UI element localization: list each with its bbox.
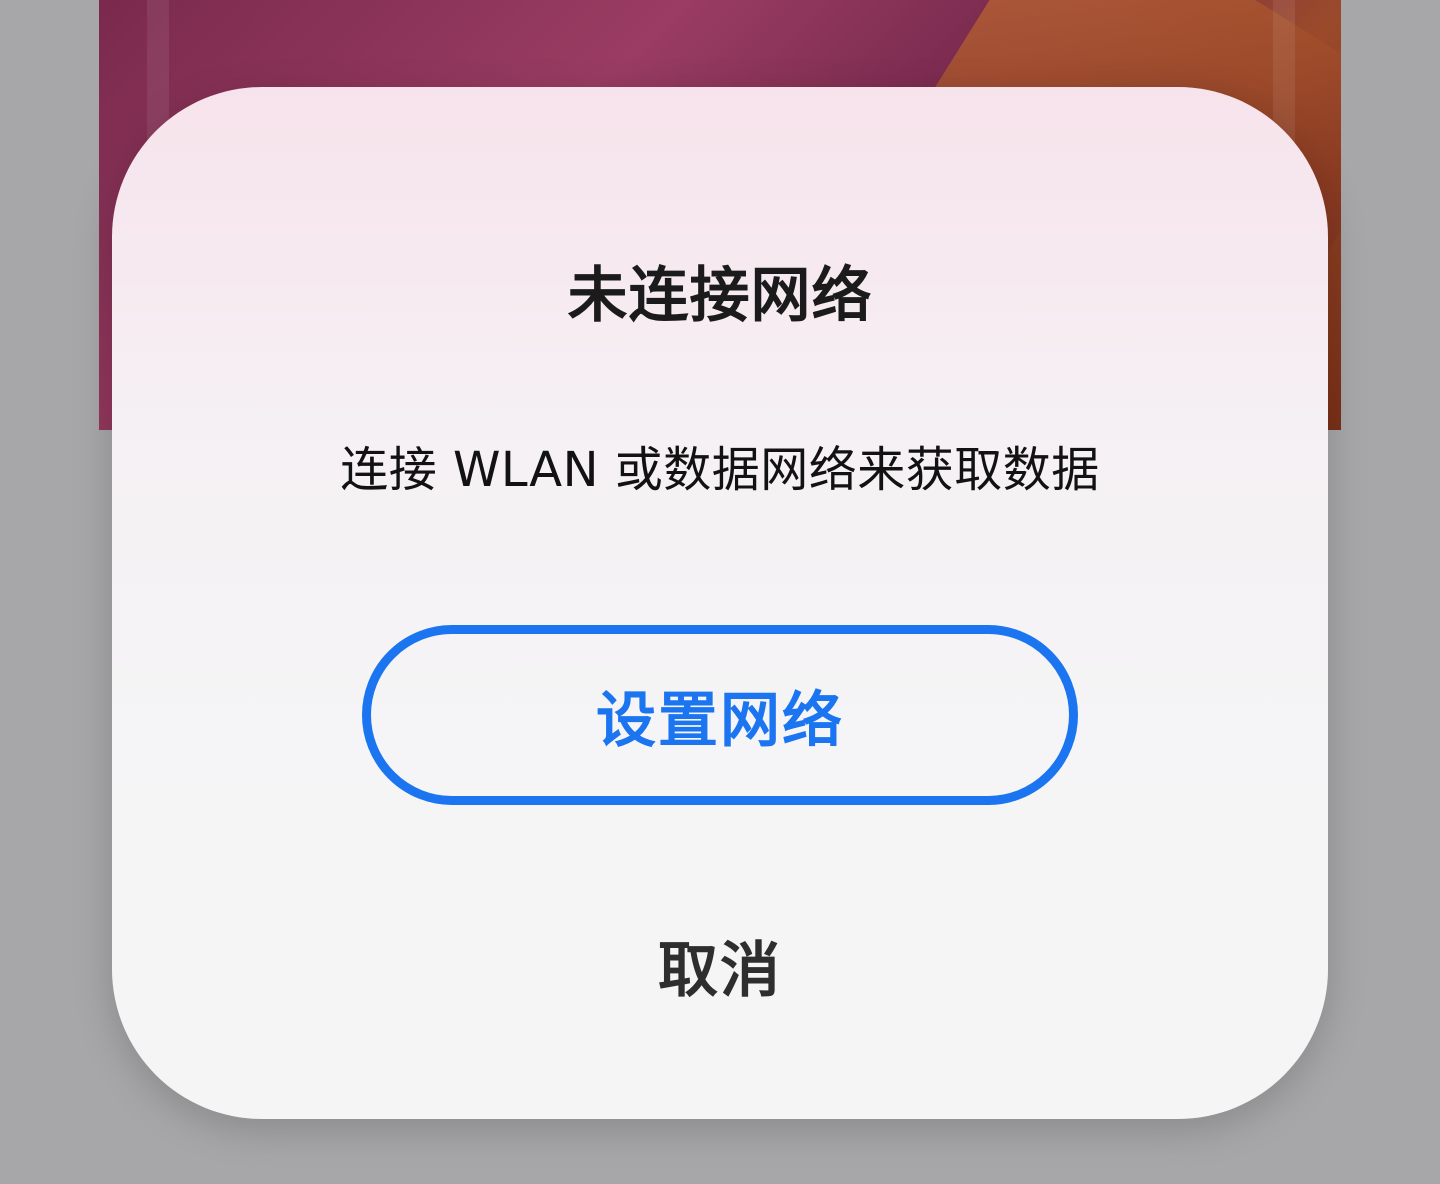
network-dialog: 未连接网络 连接 WLAN 或数据网络来获取数据 设置网络 取消 <box>112 87 1328 1119</box>
set-network-button-label: 设置网络 <box>596 685 844 756</box>
dialog-title: 未连接网络 <box>567 261 873 331</box>
set-network-button[interactable]: 设置网络 <box>362 625 1078 805</box>
dialog-message: 连接 WLAN 或数据网络来获取数据 <box>340 442 1100 498</box>
screen: 未连接网络 连接 WLAN 或数据网络来获取数据 设置网络 取消 <box>0 0 1440 1184</box>
cancel-button[interactable]: 取消 <box>112 922 1328 1009</box>
